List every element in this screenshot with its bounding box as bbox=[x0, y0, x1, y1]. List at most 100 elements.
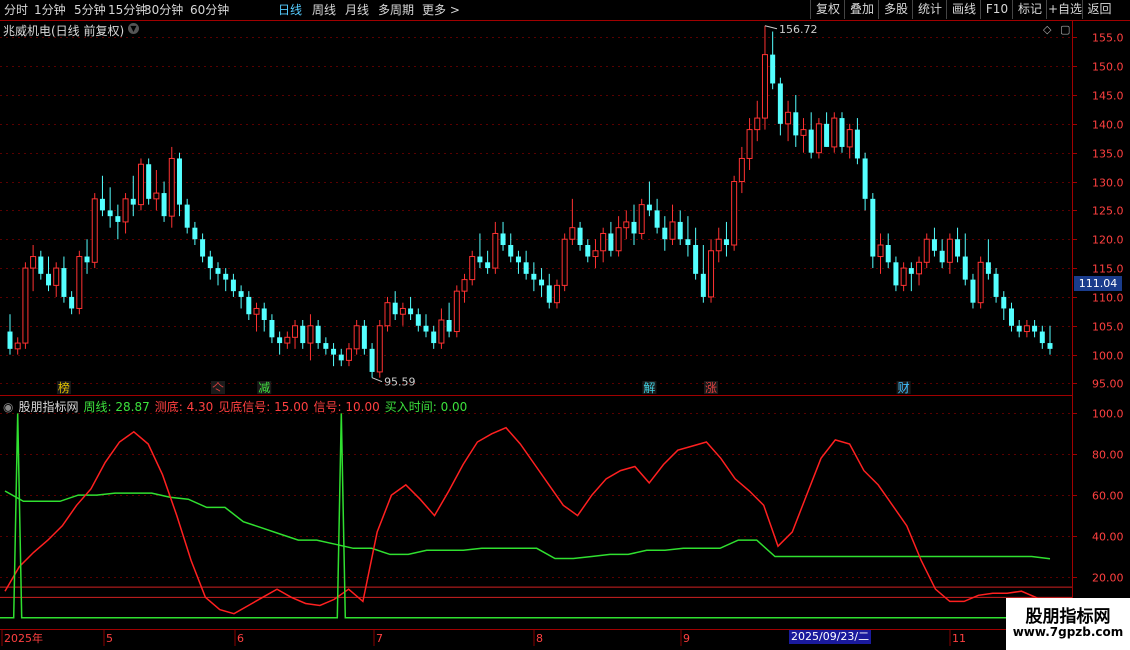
candle-body bbox=[315, 325, 321, 344]
event-marker-1: 亽 bbox=[212, 381, 224, 395]
price-tick-label: 135.0 bbox=[1092, 148, 1124, 161]
price-tick-label: 120.0 bbox=[1092, 234, 1124, 247]
candle-body bbox=[137, 163, 144, 206]
candle-body bbox=[369, 348, 375, 372]
candle-body bbox=[761, 54, 768, 119]
candle-body bbox=[161, 193, 167, 217]
candle-body bbox=[708, 250, 715, 298]
candle-body bbox=[993, 273, 999, 297]
candle-body bbox=[808, 129, 814, 153]
candle-body bbox=[423, 325, 429, 332]
candle-body bbox=[608, 233, 614, 251]
candle-body bbox=[61, 268, 67, 297]
candle-body bbox=[246, 296, 252, 315]
candle-body bbox=[345, 348, 352, 361]
candle-body bbox=[877, 244, 884, 258]
candle-body bbox=[438, 319, 445, 344]
price-tick-label: 125.0 bbox=[1092, 205, 1124, 218]
candle-body bbox=[677, 221, 683, 240]
date-label-2: 6 bbox=[237, 632, 244, 645]
candle-body bbox=[7, 331, 13, 349]
price-tick-label: 100.0 bbox=[1092, 350, 1124, 363]
candle-body bbox=[446, 320, 452, 332]
price-tick-label: 145.0 bbox=[1092, 90, 1124, 103]
candle-body bbox=[153, 192, 160, 200]
candle-body bbox=[785, 111, 792, 125]
candle-body bbox=[623, 221, 630, 229]
date-label-1: 5 bbox=[106, 632, 113, 645]
candle-body bbox=[200, 239, 206, 257]
indicator-value-0: 周线: 28.87 bbox=[83, 400, 150, 414]
candle-body bbox=[230, 279, 236, 292]
indicator-value-4: 买入时间: 0.00 bbox=[384, 400, 468, 414]
candle-body bbox=[893, 262, 899, 286]
price-tick-label: 155.0 bbox=[1092, 32, 1124, 45]
price-tick-label: 95.00 bbox=[1092, 378, 1124, 391]
candle-body bbox=[500, 233, 506, 245]
date-label-4: 8 bbox=[536, 632, 543, 645]
candle-body bbox=[693, 245, 699, 274]
candle-body bbox=[615, 227, 622, 252]
candle-body bbox=[53, 267, 60, 286]
candle-body bbox=[1032, 325, 1038, 332]
candle-body bbox=[307, 325, 314, 344]
candle-body bbox=[1023, 325, 1030, 333]
candle-body bbox=[662, 227, 668, 240]
candle-body bbox=[99, 198, 105, 211]
candle-body bbox=[492, 232, 499, 269]
candle-body bbox=[91, 198, 98, 263]
candle-body bbox=[392, 302, 398, 315]
candle-body bbox=[277, 337, 283, 344]
candle-body bbox=[192, 227, 198, 240]
candle-body bbox=[284, 336, 291, 344]
candle-body bbox=[870, 198, 876, 257]
candle-body bbox=[746, 129, 753, 159]
candle-body bbox=[638, 204, 645, 234]
candle-body bbox=[700, 273, 706, 297]
candle-body bbox=[415, 314, 421, 326]
candle-body bbox=[923, 238, 930, 263]
zhou-line bbox=[4, 490, 1051, 560]
candle-body bbox=[631, 221, 637, 234]
candle-body bbox=[600, 232, 607, 252]
candle-body bbox=[508, 245, 514, 257]
candle-body bbox=[207, 256, 213, 269]
ind-tick-label: 80.00 bbox=[1092, 449, 1124, 462]
date-label-0: 2025年 bbox=[4, 631, 43, 645]
indicator-menu-icon[interactable]: ◉ bbox=[3, 400, 13, 414]
candle-body bbox=[477, 256, 483, 263]
candle-body bbox=[946, 238, 953, 263]
candle-body bbox=[939, 250, 945, 263]
watermark: 股朋指标网 www.7gpzb.com bbox=[1006, 598, 1130, 650]
indicator-value-2: 见底信号: 15.00 bbox=[218, 400, 309, 414]
candle-body bbox=[338, 354, 344, 361]
candle-body bbox=[38, 256, 44, 274]
price-tick-label: 110.0 bbox=[1092, 292, 1124, 305]
candle-body bbox=[723, 239, 729, 245]
candle-body bbox=[107, 210, 113, 217]
candle-body bbox=[931, 239, 937, 251]
ind-tick-label: 60.00 bbox=[1092, 490, 1124, 503]
candle-body bbox=[168, 157, 175, 217]
candle-body bbox=[269, 320, 275, 338]
candle-body bbox=[331, 348, 337, 355]
high-pointer bbox=[764, 25, 778, 30]
candle-body bbox=[300, 325, 306, 344]
candle-body bbox=[553, 284, 560, 304]
candle-body bbox=[592, 250, 599, 258]
candle-body bbox=[585, 245, 591, 257]
candle-body bbox=[361, 325, 367, 349]
chart-area[interactable]: 156.72 95.59 榜 亽 减 解 涨 财 155.0 150.0 145.0 140.0 13… bbox=[0, 0, 1130, 650]
candle-body bbox=[253, 307, 260, 315]
candle-body bbox=[916, 261, 923, 275]
candle-body bbox=[122, 198, 129, 223]
event-marker-5: 财 bbox=[898, 381, 910, 395]
event-marker-3: 解 bbox=[643, 381, 655, 395]
candle-body bbox=[731, 181, 738, 246]
candle-body bbox=[146, 164, 152, 199]
date-label-3: 7 bbox=[376, 632, 383, 645]
candle-body bbox=[376, 325, 383, 373]
selected-date-tag: 2025/09/23/二 bbox=[789, 630, 872, 644]
candle-body bbox=[1039, 331, 1045, 344]
candle-body bbox=[977, 261, 984, 304]
